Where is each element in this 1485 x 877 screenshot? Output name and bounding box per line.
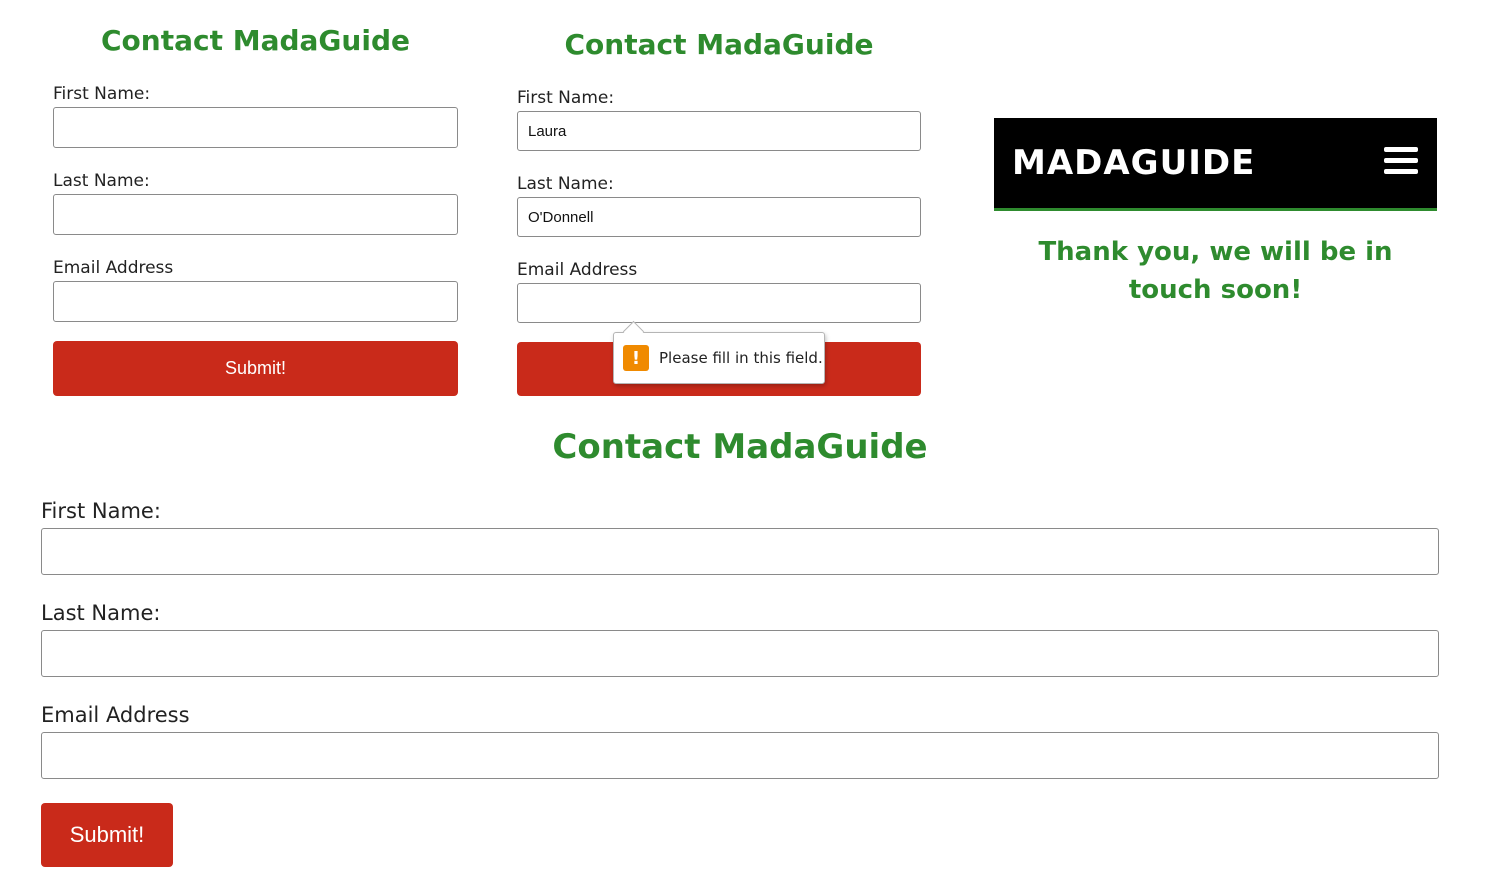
last-name-input[interactable] xyxy=(517,197,921,237)
email-input[interactable] xyxy=(53,281,458,322)
first-name-label: First Name: xyxy=(517,88,615,108)
last-name-label: Last Name: xyxy=(41,601,161,625)
email-label: Email Address xyxy=(517,260,638,280)
first-name-label: First Name: xyxy=(53,84,151,104)
form-title: Contact MadaGuide xyxy=(564,28,874,61)
email-input[interactable] xyxy=(41,732,1439,779)
form-title: Contact MadaGuide xyxy=(101,24,410,57)
navbar: MADAGUIDE xyxy=(994,118,1437,211)
last-name-label: Last Name: xyxy=(517,174,614,194)
first-name-input[interactable] xyxy=(517,111,921,151)
submit-button[interactable]: Submit! xyxy=(53,341,458,396)
first-name-label: First Name: xyxy=(41,499,161,523)
thank-you-message: Thank you, we will be in touch soon! xyxy=(1038,237,1393,305)
email-label: Email Address xyxy=(53,258,174,278)
brand-logo[interactable]: MADAGUIDE xyxy=(1012,143,1255,183)
submit-button[interactable]: Submit! xyxy=(41,803,173,867)
warning-icon: ! xyxy=(623,345,649,371)
validation-message: Please fill in this field. xyxy=(659,349,823,367)
email-input[interactable] xyxy=(517,283,921,323)
form-title: Contact MadaGuide xyxy=(552,427,928,467)
first-name-input[interactable] xyxy=(41,528,1439,575)
first-name-input[interactable] xyxy=(53,107,458,148)
email-label: Email Address xyxy=(41,703,190,727)
validation-tooltip: ! Please fill in this field. xyxy=(613,332,825,384)
last-name-input[interactable] xyxy=(53,194,458,235)
hamburger-menu-icon[interactable] xyxy=(1384,147,1418,180)
last-name-label: Last Name: xyxy=(53,171,150,191)
last-name-input[interactable] xyxy=(41,630,1439,677)
